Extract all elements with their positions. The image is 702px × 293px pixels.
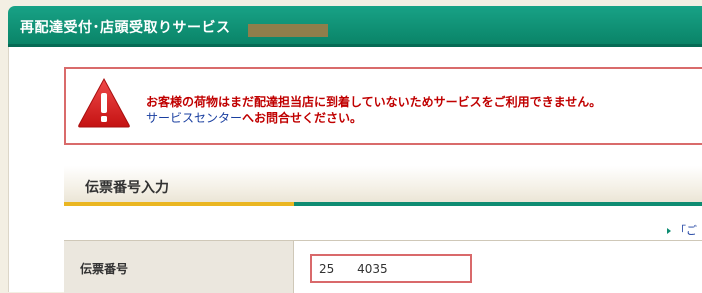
- alert-message-rest: へお問合せください。: [242, 111, 363, 125]
- section-accent-green: [294, 202, 702, 206]
- app-header: 再配達受付･店頭受取りサービス: [8, 6, 702, 47]
- page-title: 再配達受付･店頭受取りサービス: [20, 20, 231, 36]
- tracking-label-cell: 伝票番号: [64, 241, 294, 293]
- redaction-mark: [248, 24, 328, 37]
- alert-message-line2: サービスセンターへお問合せください。: [146, 109, 362, 126]
- alert-message: お客様の荷物はまだ配達担当店に到着していないためサービスをご利用できません。: [146, 95, 602, 109]
- warning-icon: [78, 77, 130, 128]
- tracking-number-input[interactable]: [310, 254, 472, 283]
- arrow-right-icon: [667, 228, 671, 234]
- tracking-number-row: 伝票番号: [64, 240, 702, 293]
- tracking-input-cell: [294, 241, 702, 293]
- error-alert: お客様の荷物はまだ配達担当店に到着していないためサービスをご利用できません。 サ…: [64, 67, 702, 145]
- section-header: 伝票番号入力: [64, 166, 702, 206]
- tracking-number-label: 伝票番号: [80, 262, 129, 276]
- section-title: 伝票番号入力: [85, 180, 169, 196]
- service-center-link[interactable]: サービスセンター: [146, 111, 242, 125]
- section-accent-yellow: [64, 202, 294, 206]
- help-link[interactable]: 「ご: [667, 222, 697, 238]
- help-link-text: 「ご: [675, 224, 697, 237]
